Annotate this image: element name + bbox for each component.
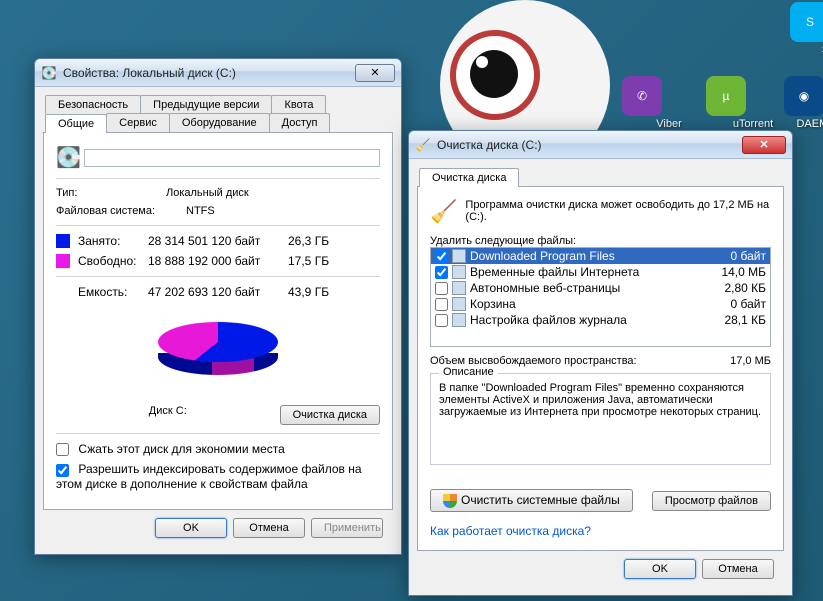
description-text: В папке "Downloaded Program Files" време… — [439, 382, 762, 418]
viber-icon: ✆ — [622, 76, 662, 116]
freed-value: 17,0 МБ — [730, 355, 771, 367]
cancel-button[interactable]: Отмена — [702, 559, 774, 579]
description-group: Описание В папке "Downloaded Program Fil… — [430, 373, 771, 465]
tab-cleanup[interactable]: Очистка диска — [419, 168, 519, 187]
tab-row-1: Безопасность Предыдущие версии Квота — [43, 95, 393, 114]
apply-button: Применить — [311, 518, 383, 538]
free-label: Свободно: — [78, 254, 148, 268]
cancel-button[interactable]: Отмена — [233, 518, 305, 538]
desktop-icon-label: Skype — [782, 44, 823, 56]
properties-window: 💽 Свойства: Локальный диск (C:) ✕ Безопа… — [34, 58, 402, 555]
free-color-swatch — [56, 254, 70, 268]
close-button[interactable]: ✕ — [355, 64, 395, 82]
drive-big-icon: 💽 — [56, 145, 84, 170]
close-button[interactable]: ✕ — [742, 136, 786, 154]
cleanup-big-icon: 🧹 — [430, 199, 457, 225]
used-bytes: 28 314 501 120 байт — [148, 234, 288, 248]
help-link[interactable]: Как работает очистка диска? — [430, 524, 591, 538]
tab-tools[interactable]: Сервис — [106, 113, 170, 132]
ok-button[interactable]: OK — [155, 518, 227, 538]
cleanup-content: Очистка диска 🧹 Программа очистки диска … — [409, 159, 792, 595]
properties-titlebar[interactable]: 💽 Свойства: Локальный диск (C:) ✕ — [35, 59, 401, 87]
used-gb: 26,3 ГБ — [288, 234, 329, 248]
disk-caption: Диск C: — [56, 405, 280, 417]
window-title: Свойства: Локальный диск (C:) — [63, 66, 355, 80]
view-files-button[interactable]: Просмотр файлов — [652, 491, 771, 511]
tab-row-2: Общие Сервис Оборудование Доступ — [43, 113, 393, 132]
type-value: Локальный диск — [166, 187, 249, 199]
fs-label: Файловая система: — [56, 205, 186, 217]
cleanup-tab-pane: 🧹 Программа очистки диска может освободи… — [417, 186, 784, 551]
disk-usage-pie — [148, 307, 288, 397]
list-item[interactable]: Downloaded Program Files0 байт — [431, 248, 770, 264]
capacity-gb: 43,9 ГБ — [288, 285, 329, 299]
cleanup-window: 🧹 Очистка диска (C:) ✕ Очистка диска 🧹 П… — [408, 130, 793, 596]
utorrent-icon: µ — [706, 76, 746, 116]
fs-value: NTFS — [186, 205, 215, 217]
shield-icon — [443, 494, 457, 508]
item-checkbox[interactable] — [435, 282, 448, 295]
item-checkbox[interactable] — [435, 298, 448, 311]
list-item[interactable]: Настройка файлов журнала28,1 КБ — [431, 312, 770, 328]
daemon-icon: ◉ — [784, 76, 823, 116]
compress-checkbox[interactable]: Сжать этот диск для экономии места — [56, 442, 285, 456]
desktop-icon-viber[interactable]: ✆ Viber — [614, 76, 670, 130]
cleanup-intro: Программа очистки диска может освободить… — [465, 199, 771, 223]
used-color-swatch — [56, 234, 70, 248]
free-bytes: 18 888 192 000 байт — [148, 254, 288, 268]
desktop-icon-daemon[interactable]: ◉ DAEMON Lite — [776, 76, 823, 130]
item-checkbox[interactable] — [435, 250, 448, 263]
disk-cleanup-button[interactable]: Очистка диска — [280, 405, 380, 425]
tab-security[interactable]: Безопасность — [45, 95, 141, 114]
cleanup-titlebar[interactable]: 🧹 Очистка диска (C:) ✕ — [409, 131, 792, 159]
desktop-icon-label: DAEMON Lite — [776, 118, 823, 130]
item-checkbox[interactable] — [435, 266, 448, 279]
tab-hardware[interactable]: Оборудование — [169, 113, 270, 132]
desktop-icon-utorrent[interactable]: µ uTorrent — [698, 76, 754, 130]
cleanup-button-row: OK Отмена — [417, 551, 784, 587]
used-label: Занято: — [78, 234, 148, 248]
tab-general[interactable]: Общие — [45, 114, 107, 133]
free-gb: 17,5 ГБ — [288, 254, 329, 268]
general-tab-pane: 💽 Тип:Локальный диск Файловая система:NT… — [43, 132, 393, 510]
cleanup-file-list[interactable]: Downloaded Program Files0 байт Временные… — [430, 247, 771, 347]
list-item[interactable]: Временные файлы Интернета14,0 МБ — [431, 264, 770, 280]
properties-button-row: OK Отмена Применить — [43, 510, 393, 546]
folder-icon — [452, 265, 466, 279]
desktop-icon-skype[interactable]: S Skype — [782, 2, 823, 56]
cleanup-icon: 🧹 — [415, 137, 431, 153]
ok-button[interactable]: OK — [624, 559, 696, 579]
skype-icon: S — [790, 2, 823, 42]
index-checkbox[interactable]: Разрешить индексировать содержимое файло… — [56, 462, 380, 490]
drive-name-input[interactable] — [84, 149, 380, 167]
drive-icon: 💽 — [41, 65, 57, 81]
recycle-bin-icon — [452, 297, 466, 311]
list-item[interactable]: Корзина0 байт — [431, 296, 770, 312]
folder-icon — [452, 281, 466, 295]
description-title: Описание — [439, 366, 498, 378]
capacity-label: Емкость: — [56, 285, 148, 299]
tab-previous-versions[interactable]: Предыдущие версии — [140, 95, 272, 114]
tab-quota[interactable]: Квота — [271, 95, 326, 114]
window-title: Очистка диска (C:) — [437, 138, 742, 152]
list-label: Удалить следующие файлы: — [430, 235, 771, 247]
properties-content: Безопасность Предыдущие версии Квота Общ… — [35, 87, 401, 554]
tab-sharing[interactable]: Доступ — [269, 113, 331, 132]
item-checkbox[interactable] — [435, 314, 448, 327]
list-item[interactable]: Автономные веб-страницы2,80 КБ — [431, 280, 770, 296]
type-label: Тип: — [56, 187, 166, 199]
clean-system-files-button[interactable]: Очистить системные файлы — [430, 489, 633, 512]
folder-icon — [452, 249, 466, 263]
folder-icon — [452, 313, 466, 327]
capacity-bytes: 47 202 693 120 байт — [148, 285, 288, 299]
